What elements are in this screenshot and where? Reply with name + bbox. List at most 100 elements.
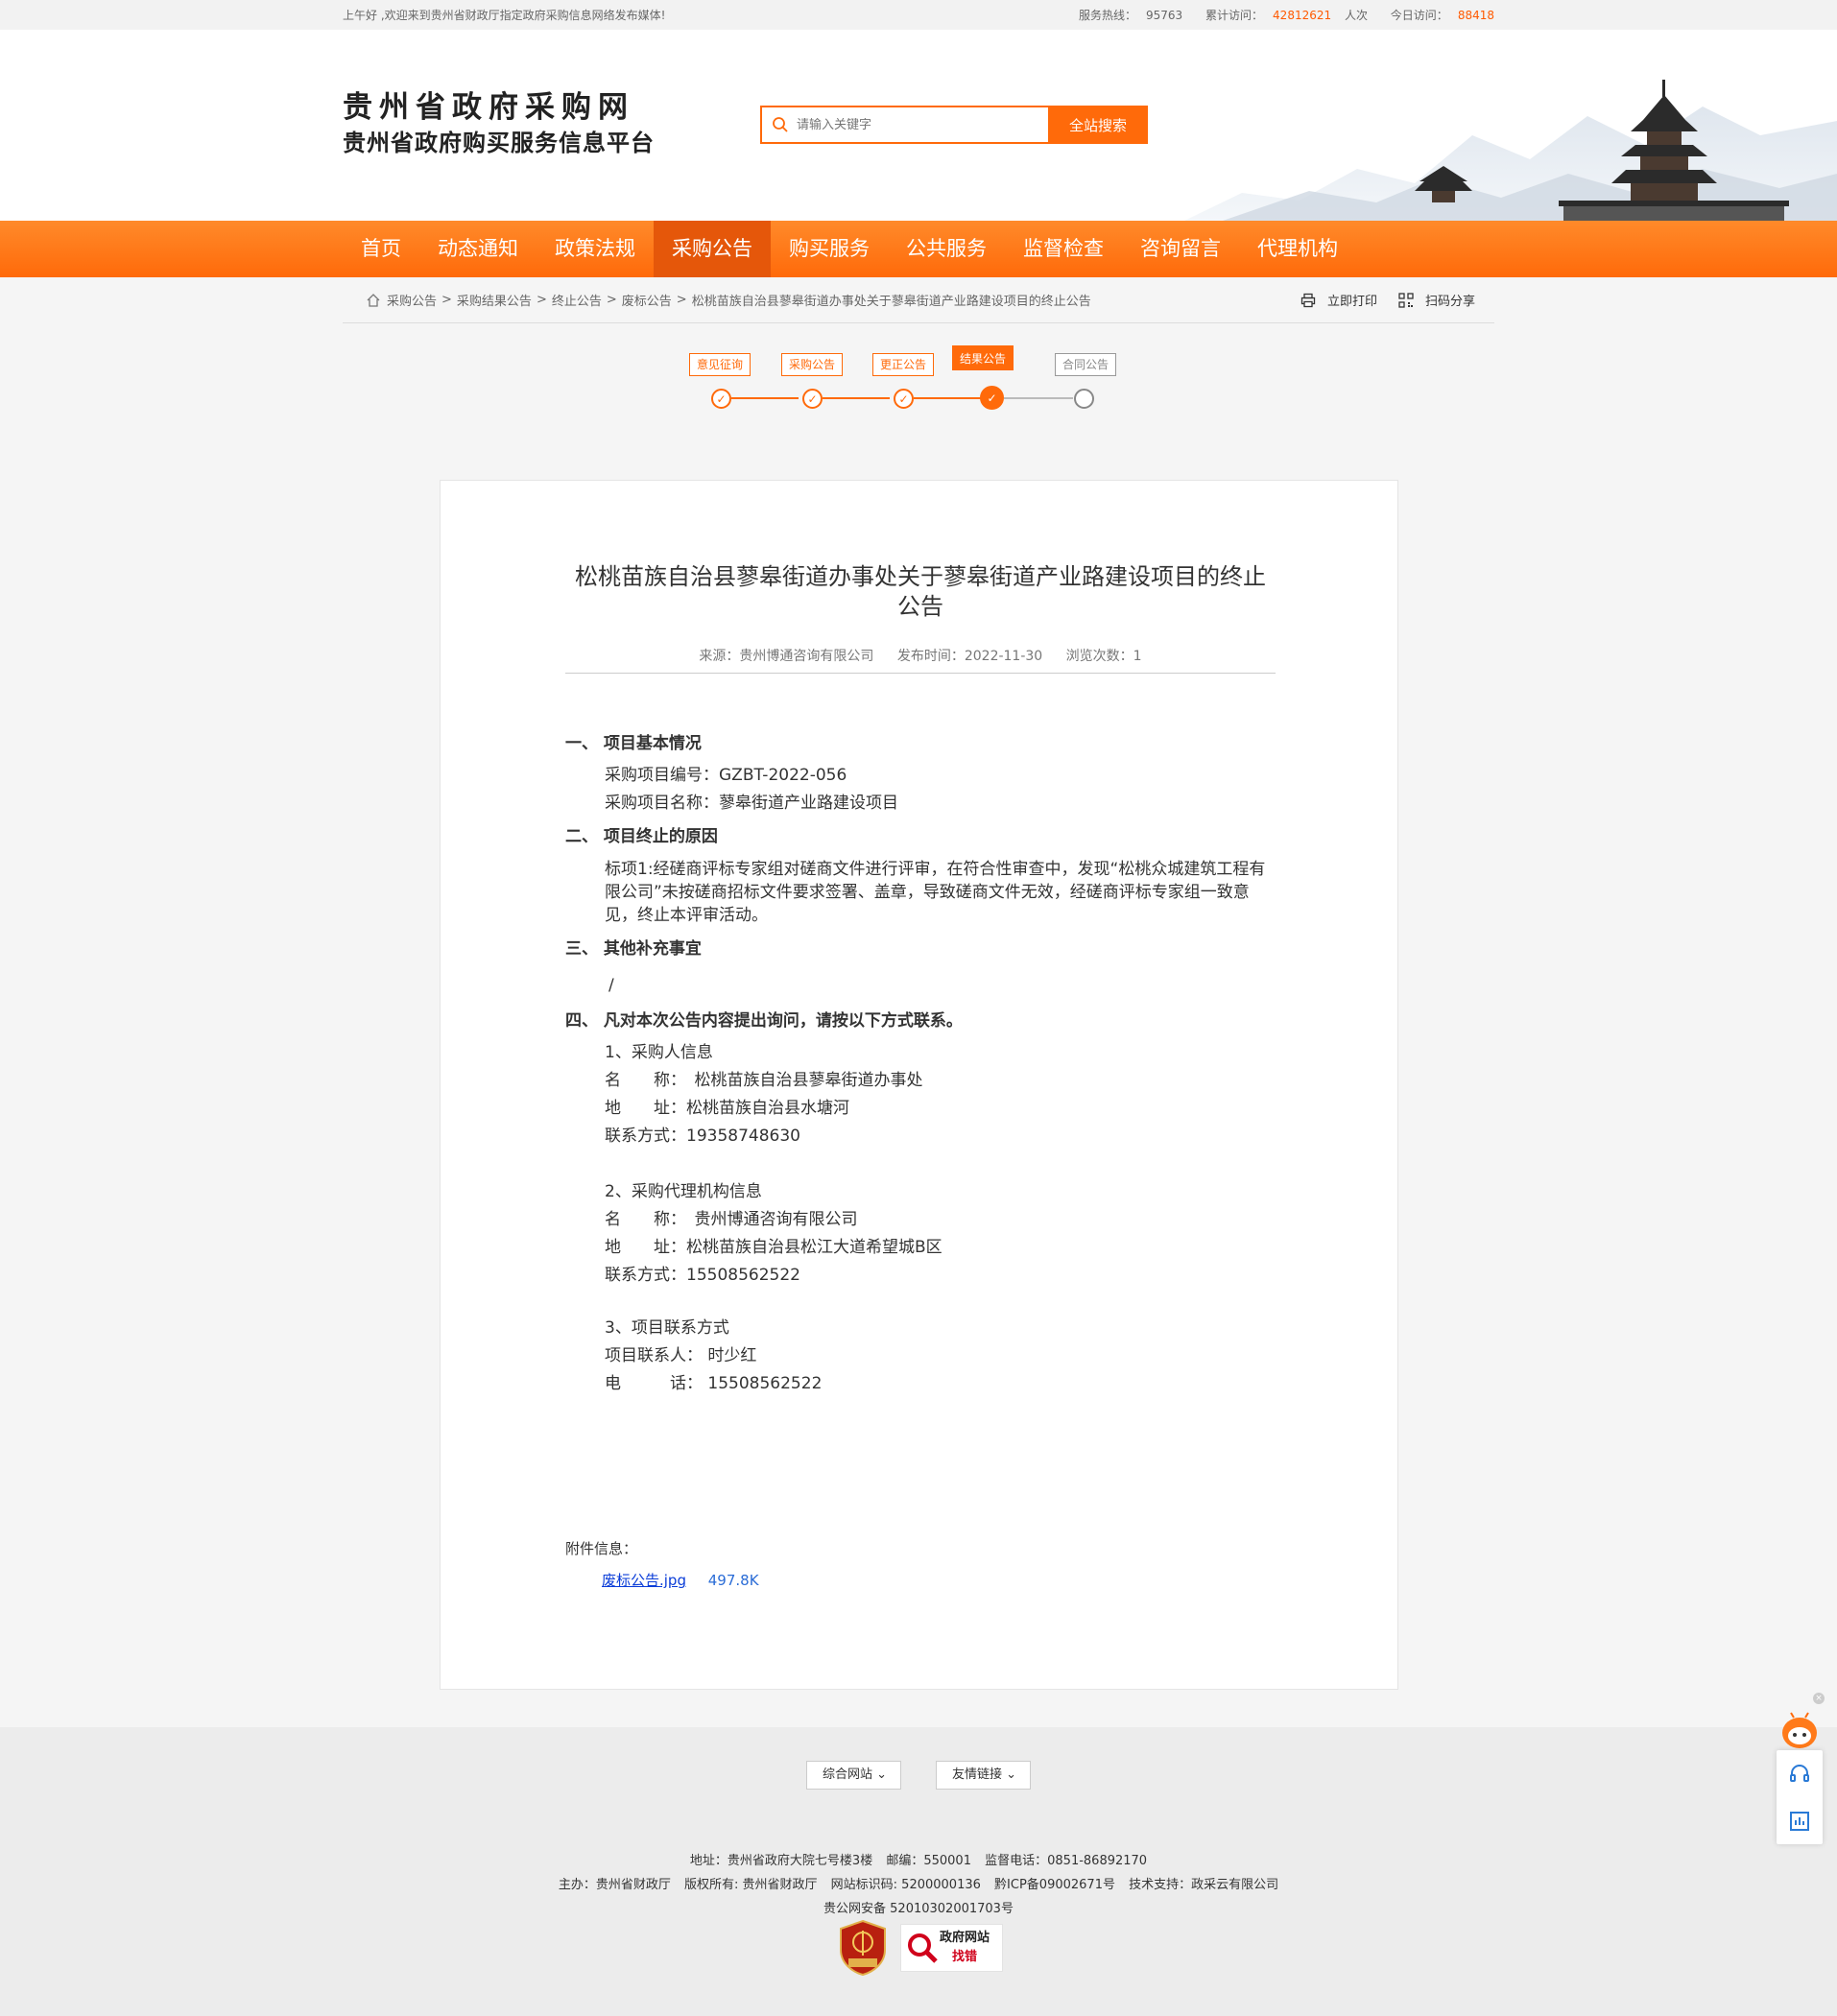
greeting-text: 上午好 ,欢迎来到贵州省财政厅指定政府采购信息网络发布媒体! <box>343 9 666 22</box>
footer-police-record[interactable]: 贵公网安备 52010302001703号 <box>823 1902 1014 1916</box>
close-icon[interactable]: × <box>1813 1693 1825 1704</box>
friend-links-dropdown[interactable]: 友情链接 ⌄ <box>936 1761 1032 1790</box>
statistics-button[interactable] <box>1777 1797 1823 1844</box>
article-meta: 来源：贵州博通咨询有限公司 发布时间：2022-11-30 浏览次数：1 <box>565 646 1276 665</box>
section-heading: 三、 其他补充事宜 <box>565 939 702 959</box>
site-group-dropdown[interactable]: 综合网站 ⌄ <box>805 1761 901 1790</box>
search-input[interactable] <box>797 117 1027 132</box>
article-body: 一、 项目基本情况 采购项目编号：GZBT-2022-056 采购项目名称：蓼皋… <box>565 726 1276 1398</box>
nav-item-notices[interactable]: 动态通知 <box>419 221 537 277</box>
chevron-down-icon: ⌄ <box>1006 1767 1017 1782</box>
print-label: 立即打印 <box>1326 295 1377 309</box>
nav-item-policies[interactable]: 政策法规 <box>537 221 654 277</box>
today-visits-value: 88418 <box>1457 9 1494 22</box>
hotline-value: 95763 <box>1146 9 1183 22</box>
qrcode-icon <box>1398 292 1414 308</box>
customer-service-button[interactable] <box>1777 1750 1823 1797</box>
nav-item-agencies[interactable]: 代理机构 <box>1239 221 1356 277</box>
party-government-seal-icon[interactable] <box>837 1919 889 1977</box>
breadcrumb-failed-bid[interactable]: 废标公告 <box>622 291 672 309</box>
contact-title: 1、采购人信息 <box>605 1043 713 1062</box>
nav-item-purchase-services[interactable]: 购买服务 <box>771 221 888 277</box>
nav-item-home[interactable]: 首页 <box>343 221 419 277</box>
breadcrumb-separator: > <box>676 293 687 307</box>
share-button[interactable]: 扫码分享 <box>1398 291 1475 309</box>
step-label-correction[interactable]: 更正公告 <box>872 353 935 376</box>
friend-links-label: 友情链接 <box>952 1767 1003 1782</box>
footer-icp[interactable]: 黔ICP备09002671号 <box>994 1878 1115 1892</box>
site-logo[interactable]: 贵州省政府采购网 贵州省政府购买服务信息平台 <box>343 89 655 160</box>
chevron-down-icon: ⌄ <box>876 1767 887 1782</box>
logo-title: 贵州省政府采购网 <box>343 90 634 125</box>
top-bar: 上午好 ,欢迎来到贵州省财政厅指定政府采购信息网络发布媒体! 服务热线： 9576… <box>0 0 1837 30</box>
footer-links: 综合网站 ⌄ 友情链接 ⌄ <box>0 1761 1837 1790</box>
site-search: 全站搜索 <box>760 106 1148 144</box>
service-panel <box>1777 1750 1823 1844</box>
attachment-link[interactable]: 废标公告.jpg <box>602 1572 686 1589</box>
step-check-icon: ✓ <box>802 389 823 409</box>
hotline-label: 服务热线： <box>1079 9 1137 22</box>
contact-title: 3、项目联系方式 <box>605 1318 729 1338</box>
search-icon <box>773 117 788 132</box>
attachments: 附件信息： 废标公告.jpg 497.8K <box>565 1538 759 1590</box>
breadcrumb-results[interactable]: 采购结果公告 <box>457 291 532 309</box>
step-connector <box>731 397 799 399</box>
breadcrumb-termination[interactable]: 终止公告 <box>552 291 602 309</box>
nav-item-public-services[interactable]: 公共服务 <box>888 221 1005 277</box>
badge-text-line1: 政府网站 <box>940 1931 990 1945</box>
termination-reason: 标项1:经磋商评标专家组对磋商文件进行评审，在符合性审查中，发现“松桃众城建筑工… <box>605 860 1266 925</box>
title-divider <box>565 673 1276 674</box>
print-button[interactable]: 立即打印 <box>1300 291 1377 309</box>
article-title: 松桃苗族自治县蓼皋街道办事处关于蓼皋街道产业路建设项目的终止公告 <box>575 563 1266 620</box>
site-header: 贵州省政府采购网 贵州省政府购买服务信息平台 全站搜索 <box>0 30 1837 221</box>
home-icon[interactable] <box>366 293 381 308</box>
today-visits-label: 今日访问： <box>1390 9 1448 22</box>
website-error-report-badge[interactable]: 政府网站 找错 <box>900 1924 1003 1972</box>
section-heading: 四、 凡对本次公告内容提出询问，请按以下方式联系。 <box>565 1011 963 1031</box>
breadcrumb-separator: > <box>441 293 452 307</box>
footer-supervise-phone: 监督电话：0851-86892170 <box>985 1854 1148 1868</box>
agency-contact: 联系方式：15508562522 <box>605 1266 800 1285</box>
attachment-item: 废标公告.jpg 497.8K <box>565 1570 759 1590</box>
project-contact-phone: 电 话： 15508562522 <box>605 1374 823 1393</box>
badge-text: 政府网站 找错 <box>940 1929 990 1967</box>
total-visits-value: 42812621 <box>1273 9 1332 22</box>
share-label: 扫码分享 <box>1424 295 1475 309</box>
total-visits-label: 累计访问： <box>1205 9 1264 22</box>
agency-name: 名 称： 贵州博通咨询有限公司 <box>605 1210 858 1229</box>
robot-assistant-icon[interactable] <box>1780 1712 1819 1754</box>
step-label-announcement[interactable]: 采购公告 <box>781 353 844 376</box>
breadcrumb-procurement[interactable]: 采购公告 <box>387 291 437 309</box>
site-group-label: 综合网站 <box>822 1767 872 1782</box>
badge-text-line2: 找错 <box>952 1950 978 1964</box>
step-check-icon: ✓ <box>980 386 1004 410</box>
section-heading: 一、 项目基本情况 <box>565 734 702 753</box>
magnifier-icon <box>908 1933 938 1963</box>
attachment-label: 附件信息： <box>565 1540 638 1557</box>
nav-item-procurement[interactable]: 采购公告 <box>654 221 771 277</box>
article-card: 松桃苗族自治县蓼皋街道办事处关于蓼皋街道产业路建设项目的终止公告 来源：贵州博通… <box>440 480 1398 1690</box>
printer-icon <box>1300 293 1316 307</box>
footer-tech-support: 技术支持：政采云有限公司 <box>1129 1878 1279 1892</box>
visit-stats: 服务热线： 95763 累计访问： 42812621 人次 今日访问： 88418 <box>1060 7 1494 23</box>
supplementary-text: / <box>608 976 614 995</box>
buyer-name: 名 称： 松桃苗族自治县蓼皋街道办事处 <box>605 1071 923 1090</box>
footer-postcode: 邮编：550001 <box>886 1854 971 1868</box>
article-publish-date: 发布时间：2022-11-30 <box>896 649 1043 664</box>
nav-item-supervision[interactable]: 监督检查 <box>1005 221 1122 277</box>
search-button[interactable]: 全站搜索 <box>1048 106 1148 144</box>
step-label-consultation[interactable]: 意见征询 <box>689 353 752 376</box>
step-label-contract[interactable]: 合同公告 <box>1055 353 1117 376</box>
section-heading: 二、 项目终止的原因 <box>565 827 718 846</box>
step-check-icon: ✓ <box>894 389 914 409</box>
breadcrumb-separator: > <box>536 293 547 307</box>
footer-site-id: 网站标识码: 5200000136 <box>830 1878 981 1892</box>
nav-item-consultation[interactable]: 咨询留言 <box>1122 221 1239 277</box>
breadcrumb-current: 松桃苗族自治县蓼皋街道办事处关于蓼皋街道产业路建设项目的终止公告 <box>691 295 1091 309</box>
step-label-result[interactable]: 结果公告 <box>952 345 1014 370</box>
site-footer: 综合网站 ⌄ 友情链接 ⌄ 地址：贵州省政府大院七号楼3楼 邮编：550001 … <box>0 1727 1837 2016</box>
search-box <box>760 106 1048 144</box>
article-tools: 立即打印 扫码分享 <box>1279 291 1494 309</box>
total-visits-unit: 人次 <box>1344 9 1368 22</box>
logo-subtitle: 贵州省政府购买服务信息平台 <box>343 130 655 156</box>
